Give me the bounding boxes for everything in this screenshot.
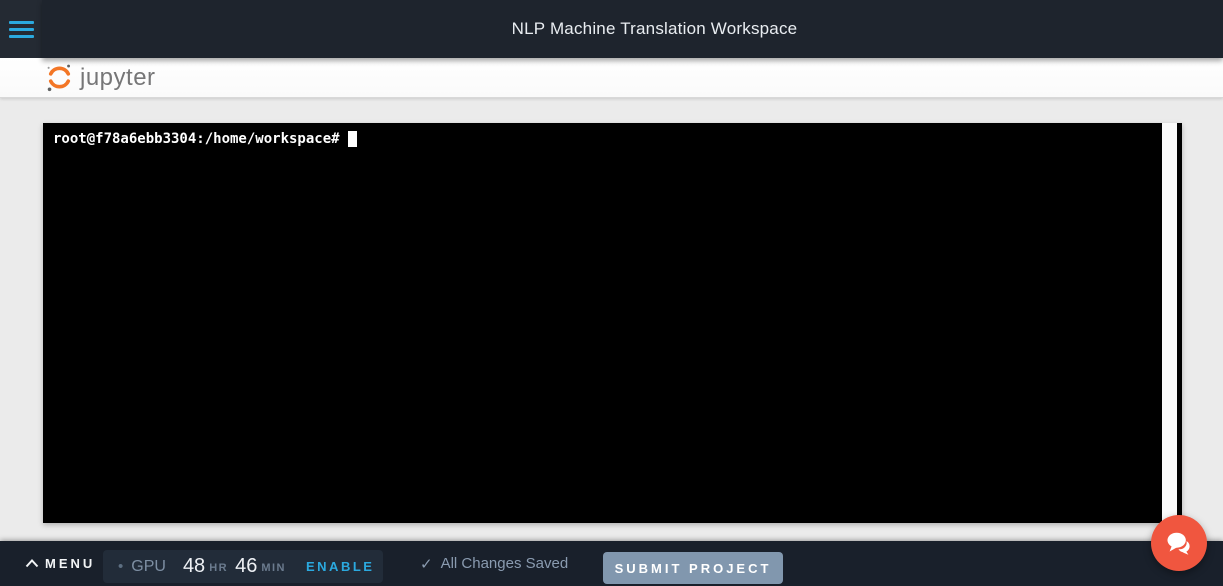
gpu-minutes-unit: MIN (261, 562, 286, 574)
gpu-minutes-value: 46 (235, 555, 257, 578)
terminal-cursor (348, 131, 357, 147)
menu-toggle-button[interactable]: MENU (25, 541, 95, 586)
check-icon: ✓ (420, 555, 433, 573)
chevron-up-icon (25, 559, 39, 568)
save-status: ✓ All Changes Saved (420, 541, 568, 586)
page-title: NLP Machine Translation Workspace (512, 19, 798, 39)
jupyter-logo[interactable]: jupyter (46, 63, 156, 92)
menu-label: MENU (45, 556, 95, 571)
terminal-prompt: root@f78a6ebb3304:/home/workspace# (53, 131, 340, 147)
gpu-enable-button[interactable]: ENABLE (306, 559, 374, 574)
chat-bubble-icon (1164, 528, 1194, 558)
chat-launcher-button[interactable] (1151, 515, 1207, 571)
bottom-bar: MENU • GPU 48 HR 46 MIN ENABLE ✓ All Cha… (0, 541, 1223, 586)
gpu-status-dot-icon: • (118, 559, 123, 574)
save-status-label: All Changes Saved (441, 555, 569, 572)
gpu-hours-unit: HR (209, 562, 228, 574)
gpu-label: GPU (131, 558, 166, 576)
terminal-line: root@f78a6ebb3304:/home/workspace# (53, 131, 357, 147)
jupyter-brand-text: jupyter (80, 64, 156, 92)
terminal-scrollbar[interactable] (1162, 123, 1177, 523)
hamburger-strip (0, 0, 42, 58)
hamburger-icon (9, 21, 34, 24)
hamburger-menu-button[interactable] (9, 21, 34, 38)
jupyter-planet-icon (46, 63, 73, 92)
gpu-hours-value: 48 (183, 555, 205, 578)
titlebar: NLP Machine Translation Workspace (42, 0, 1223, 58)
top-app-bar: NLP Machine Translation Workspace (0, 0, 1223, 58)
gpu-status-panel: • GPU 48 HR 46 MIN ENABLE (103, 550, 383, 583)
terminal[interactable]: root@f78a6ebb3304:/home/workspace# (43, 123, 1182, 523)
jupyter-header-bar: jupyter (0, 58, 1223, 98)
submit-project-button[interactable]: SUBMIT PROJECT (603, 552, 783, 584)
